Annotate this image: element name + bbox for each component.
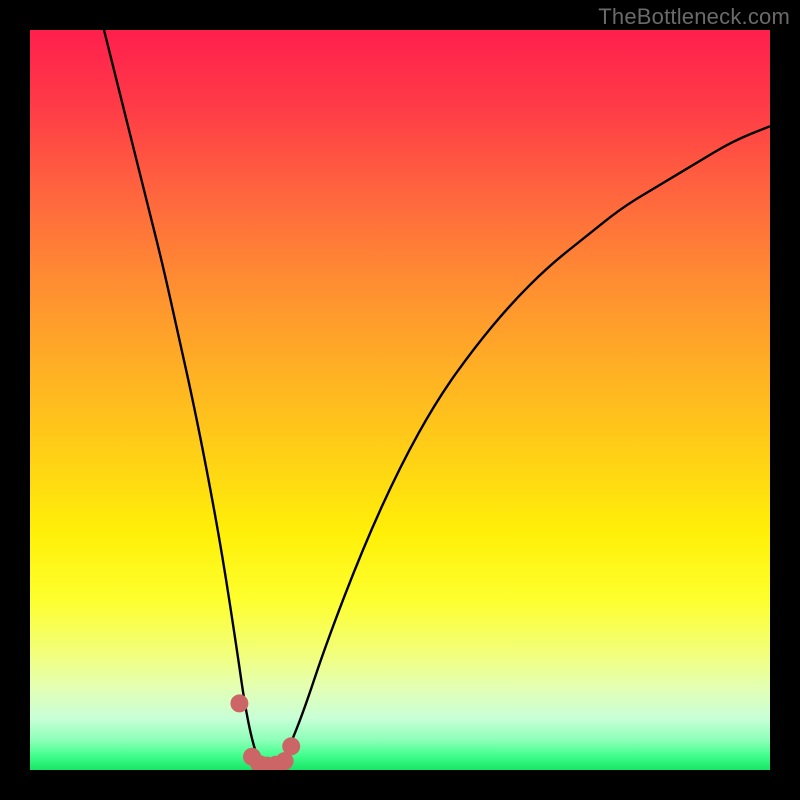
bottleneck-curve-svg [30, 30, 770, 770]
watermark-text: TheBottleneck.com [598, 4, 790, 30]
highlighted-points-group [230, 694, 300, 770]
plot-area [30, 30, 770, 770]
chart-frame: TheBottleneck.com [0, 0, 800, 800]
bottleneck-curve-path [104, 30, 770, 770]
highlighted-point [282, 737, 300, 755]
highlighted-point [230, 694, 248, 712]
